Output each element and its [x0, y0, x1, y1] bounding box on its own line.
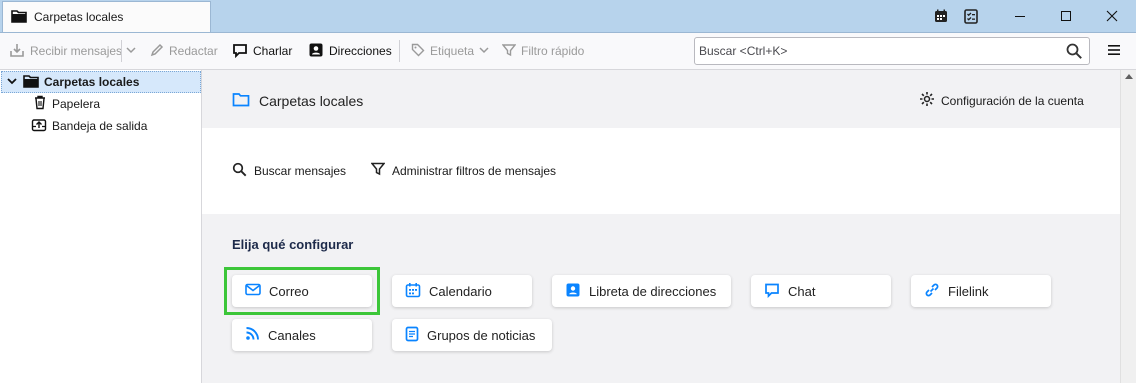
setup-title: Elija qué configurar [232, 237, 354, 252]
tag-button[interactable]: Etiqueta [411, 33, 489, 69]
tree-label: Carpetas locales [44, 75, 140, 89]
setup-card-label: Calendario [429, 283, 492, 299]
trash-icon [33, 95, 47, 113]
separator [121, 40, 122, 62]
get-messages-label: Recibir mensajes [30, 44, 123, 58]
tree-label: Papelera [52, 97, 101, 111]
toolbar: Recibir mensajes Redactar Charlar Direcc… [0, 33, 1136, 70]
scroll-up-icon[interactable] [1125, 74, 1133, 79]
quick-filter-button[interactable]: Filtro rápido [501, 33, 585, 69]
setup-card-newsgroups[interactable]: Grupos de noticias [392, 319, 552, 351]
mail-icon [245, 283, 261, 299]
chat-icon [764, 282, 780, 301]
chat-button[interactable]: Charlar [232, 33, 292, 69]
app-menu-button[interactable] [1104, 40, 1124, 62]
setup-card-chat[interactable]: Chat [751, 275, 891, 307]
folder-icon [232, 92, 250, 110]
setup-card-calendar[interactable]: Calendario [392, 275, 532, 307]
chat-icon [232, 42, 248, 61]
tree-item-local-folders[interactable]: Carpetas locales [1, 71, 201, 93]
tab-label: Carpetas locales [34, 10, 124, 24]
setup-card-address-book[interactable]: Libreta de direcciones [552, 275, 731, 307]
chat-label: Charlar [253, 44, 293, 58]
setup-card-label: Canales [268, 327, 316, 343]
search-box[interactable] [694, 37, 1090, 65]
setup-card-filelink[interactable]: Filelink [911, 275, 1051, 307]
quick-filter-label: Filtro rápido [521, 44, 585, 58]
vertical-scrollbar[interactable] [1120, 70, 1136, 383]
search-icon[interactable] [1065, 42, 1083, 63]
setup-card-mail[interactable]: Correo [232, 275, 372, 307]
account-central: Carpetas locales Configuración de la cue… [202, 70, 1136, 383]
account-settings-link[interactable]: Configuración de la cuenta [919, 91, 1084, 110]
compose-button[interactable]: Redactar [150, 33, 218, 69]
setup-card-label: Filelink [948, 283, 989, 299]
filter-icon [370, 162, 386, 179]
pencil-icon [150, 43, 164, 60]
chevron-down-icon [126, 44, 136, 58]
maximize-icon[interactable] [1043, 0, 1089, 32]
address-book-icon [565, 282, 581, 301]
tree-item-trash[interactable]: Papelera [0, 93, 100, 115]
get-messages-dropdown[interactable] [126, 33, 136, 69]
newsgroup-icon [405, 326, 419, 345]
link-icon [924, 282, 940, 301]
account-title: Carpetas locales [232, 92, 363, 110]
address-book-label: Direcciones [329, 44, 392, 58]
setup-card-label: Grupos de noticias [427, 327, 536, 343]
folder-pane: Carpetas locales Papelera Bandeja de sal… [0, 70, 202, 383]
manage-filters-link[interactable]: Administrar filtros de mensajes [370, 162, 557, 179]
hamburger-icon [1107, 44, 1121, 59]
manage-filters-label: Administrar filtros de mensajes [392, 163, 557, 178]
account-actions: Buscar mensajes Administrar filtros de m… [202, 128, 1120, 214]
setup-card-label: Correo [269, 283, 309, 299]
search-input[interactable] [699, 41, 1049, 61]
search-messages-link[interactable]: Buscar mensajes [232, 162, 346, 180]
download-icon [9, 42, 25, 61]
filter-icon [501, 43, 517, 60]
setup-card-feeds[interactable]: Canales [232, 319, 372, 351]
tree-label: Bandeja de salida [52, 119, 148, 133]
tree-item-outbox[interactable]: Bandeja de salida [0, 115, 147, 137]
address-book-button[interactable]: Direcciones [308, 33, 392, 69]
search-icon [232, 162, 247, 180]
tag-label: Etiqueta [430, 44, 475, 58]
title-bar: Carpetas locales [0, 0, 1136, 33]
address-book-icon [308, 42, 324, 61]
account-title-text: Carpetas locales [259, 93, 364, 109]
compose-label: Redactar [169, 44, 218, 58]
account-header: Carpetas locales Configuración de la cue… [202, 70, 1120, 128]
rss-icon [245, 326, 260, 344]
close-icon[interactable] [1089, 0, 1135, 32]
tag-icon [411, 43, 425, 60]
chevron-down-icon[interactable] [6, 75, 18, 90]
search-messages-label: Buscar mensajes [254, 164, 347, 178]
tasks-icon[interactable] [948, 0, 994, 32]
separator [399, 40, 400, 62]
folder-icon [11, 9, 27, 26]
setup-card-label: Chat [788, 283, 816, 299]
minimize-icon[interactable] [997, 0, 1043, 32]
get-messages-button[interactable]: Recibir mensajes [9, 33, 122, 69]
folder-icon [23, 74, 39, 91]
setup-card-label: Libreta de direcciones [589, 283, 717, 299]
chevron-down-icon [479, 44, 489, 58]
setup-section: Elija qué configurar Correo Calendario L… [202, 214, 1120, 383]
gear-icon [919, 91, 935, 110]
calendar-icon [405, 282, 421, 301]
outbox-icon [31, 117, 47, 135]
tab-local-folders[interactable]: Carpetas locales [2, 1, 211, 32]
account-settings-label: Configuración de la cuenta [941, 93, 1084, 108]
